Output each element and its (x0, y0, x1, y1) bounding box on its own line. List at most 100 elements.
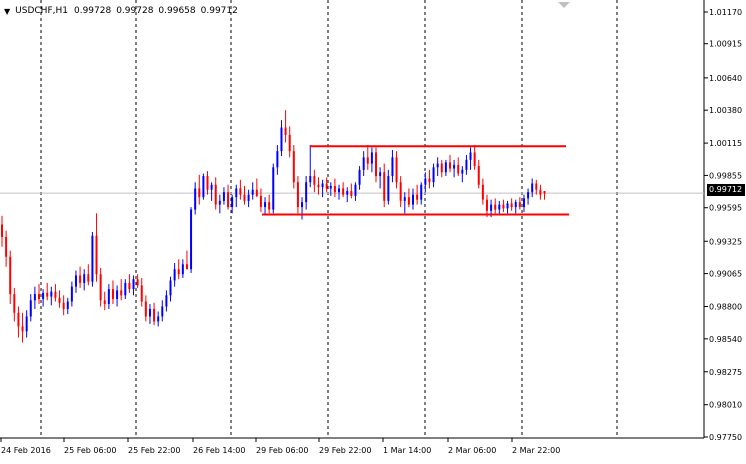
price-tick-label: 1.00640 (709, 74, 742, 83)
bear-candle (140, 285, 143, 302)
price-tick-label: 1.00115 (709, 139, 742, 148)
bull-candle (25, 316, 28, 332)
bear-candle (477, 166, 480, 185)
bull-candle (218, 200, 221, 205)
bull-candle (403, 197, 406, 201)
time-tick-label: 1 Mar 14:00 (383, 446, 431, 455)
bull-candle (276, 151, 279, 168)
bear-candle (177, 269, 180, 275)
bull-candle (29, 300, 32, 317)
time-tick-label: 29 Feb 06:00 (256, 446, 308, 455)
bull-candle (391, 157, 394, 177)
bull-candle (50, 291, 53, 297)
bear-candle (481, 184, 484, 200)
price-tick-label: 0.98800 (709, 303, 742, 312)
bear-candle (535, 183, 538, 190)
bear-candle (103, 300, 106, 305)
price-tick-label: 0.98010 (709, 401, 742, 410)
bear-candle (1, 224, 3, 237)
bull-candle (165, 295, 168, 307)
price-tick-label: 0.99065 (709, 270, 742, 279)
price-tick-label: 0.99595 (709, 204, 742, 213)
bull-candle (74, 275, 77, 287)
bull-candle (453, 164, 456, 169)
bear-candle (239, 188, 242, 195)
price-tick-label: 1.01170 (709, 8, 742, 17)
bear-candle (317, 184, 320, 188)
bull-candle (251, 189, 254, 195)
bull-candle (465, 159, 468, 170)
bear-candle (255, 189, 258, 196)
bull-candle (498, 204, 501, 210)
chart-header: ▼ USDCHF,H1 0.99728 0.99728 0.99658 0.99… (4, 4, 241, 18)
bear-candle (366, 157, 369, 164)
bull-candle (210, 184, 213, 190)
bear-candle (144, 301, 147, 317)
bear-candle (120, 290, 123, 296)
bull-candle (157, 316, 160, 322)
bull-candle (387, 176, 390, 201)
scroll-marker-icon[interactable] (558, 2, 570, 8)
bear-candle (288, 135, 291, 152)
bear-candle (375, 152, 378, 177)
bull-candle (83, 274, 86, 283)
bull-candle (264, 202, 267, 208)
bear-candle (9, 256, 12, 295)
bull-candle (329, 185, 332, 189)
price-chart[interactable]: 1.01170 1.00915 1.00640 1.00380 1.00115 0.998… (0, 0, 746, 464)
bull-candle (354, 184, 357, 196)
bull-candle (272, 167, 275, 210)
bull-candle (362, 157, 365, 170)
bull-candle (66, 301, 69, 310)
time-tick-label: 2 Mar 22:00 (512, 446, 560, 455)
price-tick-label: 1.00915 (709, 40, 742, 49)
bear-candle (206, 176, 209, 190)
bear-candle (485, 199, 488, 211)
bull-candle (202, 176, 205, 198)
bull-candle (169, 280, 172, 296)
bull-candle (107, 289, 110, 305)
bear-candle (87, 274, 90, 282)
bull-candle (379, 172, 382, 177)
bull-candle (420, 184, 423, 200)
bear-candle (407, 197, 410, 205)
bull-candle (461, 169, 464, 174)
symbol-label: USDCHF,H1 (15, 6, 68, 16)
bear-candle (79, 275, 82, 283)
bear-candle (325, 183, 328, 189)
price-tick-label: 1.00380 (709, 106, 742, 115)
bear-candle (259, 195, 262, 208)
bear-candle (58, 297, 61, 303)
bull-candle (247, 194, 250, 201)
bear-candle (383, 172, 386, 201)
bull-candle (305, 182, 308, 203)
bear-candle (17, 312, 20, 327)
triangle-down-icon[interactable]: ▼ (4, 7, 10, 16)
bear-candle (342, 188, 345, 195)
bear-candle (284, 127, 287, 136)
bear-candle (136, 279, 139, 286)
bull-candle (70, 286, 73, 302)
bear-candle (153, 309, 156, 322)
bear-candle (428, 178, 431, 183)
price-tick-label: 0.98275 (709, 368, 742, 377)
bull-candle (506, 203, 509, 209)
price-tick-label: 0.98540 (709, 335, 742, 344)
bear-candle (473, 152, 476, 167)
bear-candle (21, 326, 24, 332)
bull-candle (522, 198, 525, 208)
bear-candle (198, 188, 201, 198)
bull-candle (181, 264, 184, 275)
low-value: 0.99658 (158, 6, 196, 16)
bear-candle (46, 292, 49, 297)
bear-candle (62, 302, 65, 310)
bear-candle (13, 294, 16, 313)
bull-candle (301, 202, 304, 208)
bull-candle (370, 152, 373, 164)
bull-candle (33, 294, 36, 301)
bull-candle (235, 188, 238, 198)
bull-candle (148, 309, 151, 317)
bull-candle (190, 209, 193, 270)
chart-window[interactable]: 1.01170 1.00915 1.00640 1.00380 1.00115 0.998… (0, 0, 746, 464)
bear-candle (111, 289, 114, 300)
